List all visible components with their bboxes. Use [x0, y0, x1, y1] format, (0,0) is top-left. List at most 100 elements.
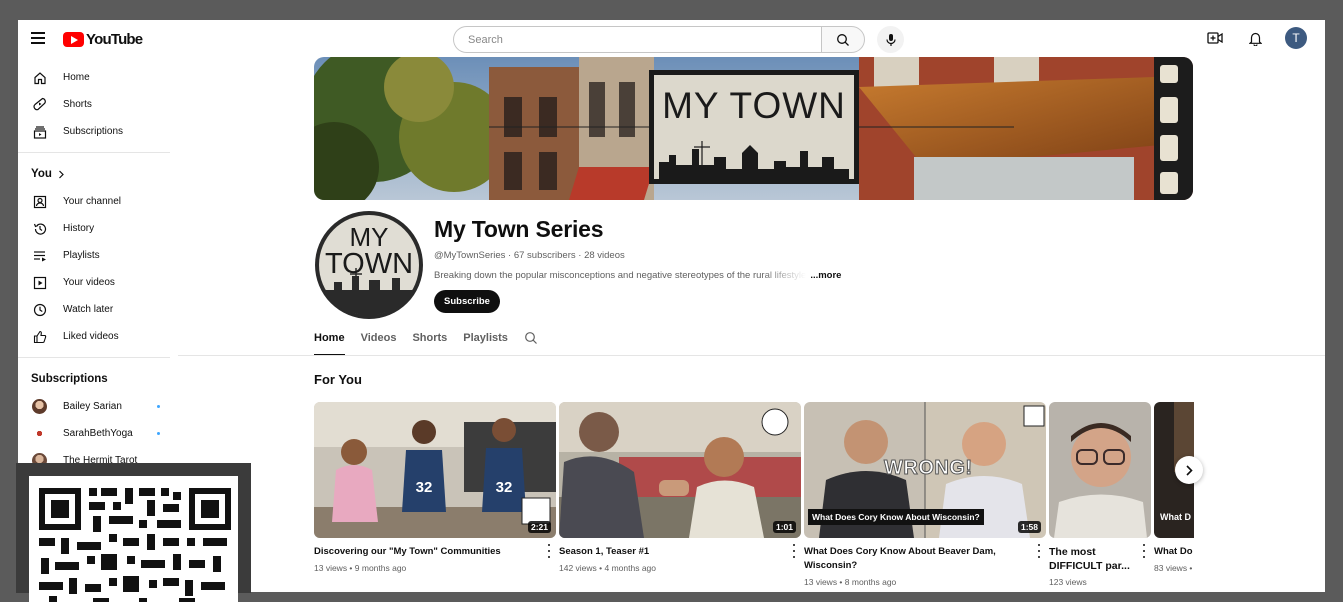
video-title[interactable]: The most DIFFICULT par...: [1049, 545, 1151, 573]
youtube-logo[interactable]: YouTube: [63, 30, 143, 48]
sidebar-item-watch-later[interactable]: Watch later: [18, 296, 178, 323]
youtube-play-icon: [63, 31, 84, 47]
watch-later-icon: [32, 302, 48, 318]
chevron-right-icon: [1186, 464, 1193, 476]
video-meta: 123 views: [1049, 577, 1087, 587]
video-thumbnail[interactable]: [1049, 402, 1151, 538]
video-card[interactable]: The most DIFFICULT par... 123 views: [1049, 402, 1151, 587]
sidebar-item-label: History: [63, 223, 95, 234]
thumbnail-image: 32 32: [314, 402, 556, 538]
more-options-icon[interactable]: [1035, 544, 1043, 558]
you-heading-label: You: [31, 168, 52, 180]
home-icon: [32, 70, 48, 86]
qr-code: [29, 476, 238, 602]
video-thumbnail[interactable]: WRONG! What Does Cory Know About Wiscons…: [804, 402, 1046, 538]
more-options-icon[interactable]: [1140, 544, 1148, 558]
voice-search-button[interactable]: [877, 26, 904, 53]
video-title[interactable]: Season 1, Teaser #1: [559, 545, 801, 559]
video-title[interactable]: What Does Cory Know About Beaver Dam, Wi…: [804, 545, 1046, 573]
new-content-dot: [157, 432, 160, 435]
tabs-divider: [178, 355, 1325, 356]
tab-videos[interactable]: Videos: [361, 326, 397, 356]
sidebar-divider: [18, 152, 170, 153]
search-button[interactable]: [821, 26, 865, 53]
thumbnail-image: [1049, 402, 1151, 538]
sidebar: Home Shorts Subscriptions You Your chann…: [18, 64, 178, 474]
channel-description[interactable]: Breaking down the popular misconceptions…: [434, 270, 854, 281]
channel-tabs: Home Videos Shorts Playlists: [314, 326, 554, 356]
channel-name: My Town Series: [434, 216, 604, 242]
video-thumbnail[interactable]: 1:01: [559, 402, 801, 538]
sidebar-item-label: Your channel: [63, 196, 122, 207]
video-title[interactable]: What Do: [1154, 545, 1194, 559]
tab-playlists[interactable]: Playlists: [463, 326, 508, 356]
channel-avatar-large[interactable]: MY TOWN: [314, 210, 424, 320]
qr-code-overlay: [16, 463, 251, 602]
menu-icon[interactable]: [31, 32, 45, 44]
section-title: For You: [314, 372, 362, 387]
sidebar-item-label: Subscriptions: [63, 126, 124, 137]
account-avatar[interactable]: T: [1285, 27, 1307, 49]
sidebar-item-label: Your videos: [63, 277, 115, 288]
tab-shorts[interactable]: Shorts: [412, 326, 447, 356]
sidebar-item-subscriptions[interactable]: Subscriptions: [18, 118, 178, 145]
svg-text:32: 32: [496, 479, 513, 496]
subscriptions-icon: [32, 124, 48, 140]
sidebar-subscription-sarahbethyoga[interactable]: SarahBethYoga: [18, 420, 178, 447]
sidebar-item-label: SarahBethYoga: [63, 428, 133, 439]
sidebar-item-liked-videos[interactable]: Liked videos: [18, 323, 178, 350]
sidebar-item-your-videos[interactable]: Your videos: [18, 269, 178, 296]
thumbnail-caption: What D: [1160, 512, 1191, 522]
video-card[interactable]: 32 32 2:21 Discovering our "My Town" Com…: [314, 402, 556, 573]
tab-home[interactable]: Home: [314, 326, 345, 356]
notifications-button[interactable]: [1245, 28, 1265, 48]
channel-avatar-text-2: TOWN: [324, 248, 414, 280]
shelf-next-button[interactable]: [1175, 456, 1203, 484]
thumbs-up-icon: [32, 329, 48, 345]
video-duration: 1:58: [1017, 521, 1041, 533]
playlists-icon: [32, 248, 48, 264]
banner-image: [314, 57, 1193, 200]
channel-banner: MY TOWN: [314, 57, 1193, 200]
channel-search-button[interactable]: [524, 326, 538, 356]
banner-title: MY TOWN: [662, 85, 846, 126]
sidebar-item-label: Watch later: [63, 304, 114, 315]
video-meta: 13 views • 9 months ago: [314, 563, 407, 573]
search-icon: [525, 332, 537, 344]
chevron-right-icon: [58, 170, 64, 178]
more-options-icon[interactable]: [545, 544, 553, 558]
video-card[interactable]: WRONG! What Does Cory Know About Wiscons…: [804, 402, 1046, 587]
sidebar-item-history[interactable]: History: [18, 215, 178, 242]
bell-icon: [1248, 32, 1262, 46]
top-right-actions: T: [1205, 27, 1307, 49]
sidebar-you-heading[interactable]: You: [18, 160, 178, 188]
video-meta: 83 views •: [1154, 563, 1193, 573]
sidebar-item-your-channel[interactable]: Your channel: [18, 188, 178, 215]
sidebar-item-playlists[interactable]: Playlists: [18, 242, 178, 269]
create-button[interactable]: [1205, 28, 1225, 48]
sidebar-subscription-bailey-sarian[interactable]: Bailey Sarian: [18, 393, 178, 420]
thumbnail-overlay-text: WRONG!: [884, 457, 973, 480]
channel-meta: @MyTownSeries · 67 subscribers · 28 vide…: [434, 250, 625, 261]
sidebar-item-home[interactable]: Home: [18, 64, 178, 91]
sidebar-item-label: Liked videos: [63, 331, 119, 342]
video-shelf: 32 32 2:21 Discovering our "My Town" Com…: [314, 402, 1194, 592]
sidebar-subscriptions-heading: Subscriptions: [31, 373, 108, 385]
sidebar-item-label: Shorts: [63, 99, 92, 110]
description-more-link[interactable]: ...more: [810, 270, 841, 281]
more-options-icon[interactable]: [790, 544, 798, 558]
video-thumbnail[interactable]: 32 32 2:21: [314, 402, 556, 538]
video-meta: 13 views • 8 months ago: [804, 577, 897, 587]
sidebar-item-shorts[interactable]: Shorts: [18, 91, 178, 118]
subscribe-button[interactable]: Subscribe: [434, 290, 500, 313]
top-bar: YouTube T: [18, 20, 1325, 58]
video-meta: 142 views • 4 months ago: [559, 563, 657, 573]
thumbnail-image: [559, 402, 801, 538]
svg-text:32: 32: [416, 479, 433, 496]
search-input[interactable]: [453, 26, 821, 53]
video-card[interactable]: What D What Do 83 views •: [1154, 402, 1194, 573]
video-card[interactable]: 1:01 Season 1, Teaser #1 142 views • 4 m…: [559, 402, 801, 573]
video-title[interactable]: Discovering our "My Town" Communities: [314, 545, 556, 559]
microphone-icon: [885, 33, 896, 46]
new-content-dot: [157, 405, 160, 408]
